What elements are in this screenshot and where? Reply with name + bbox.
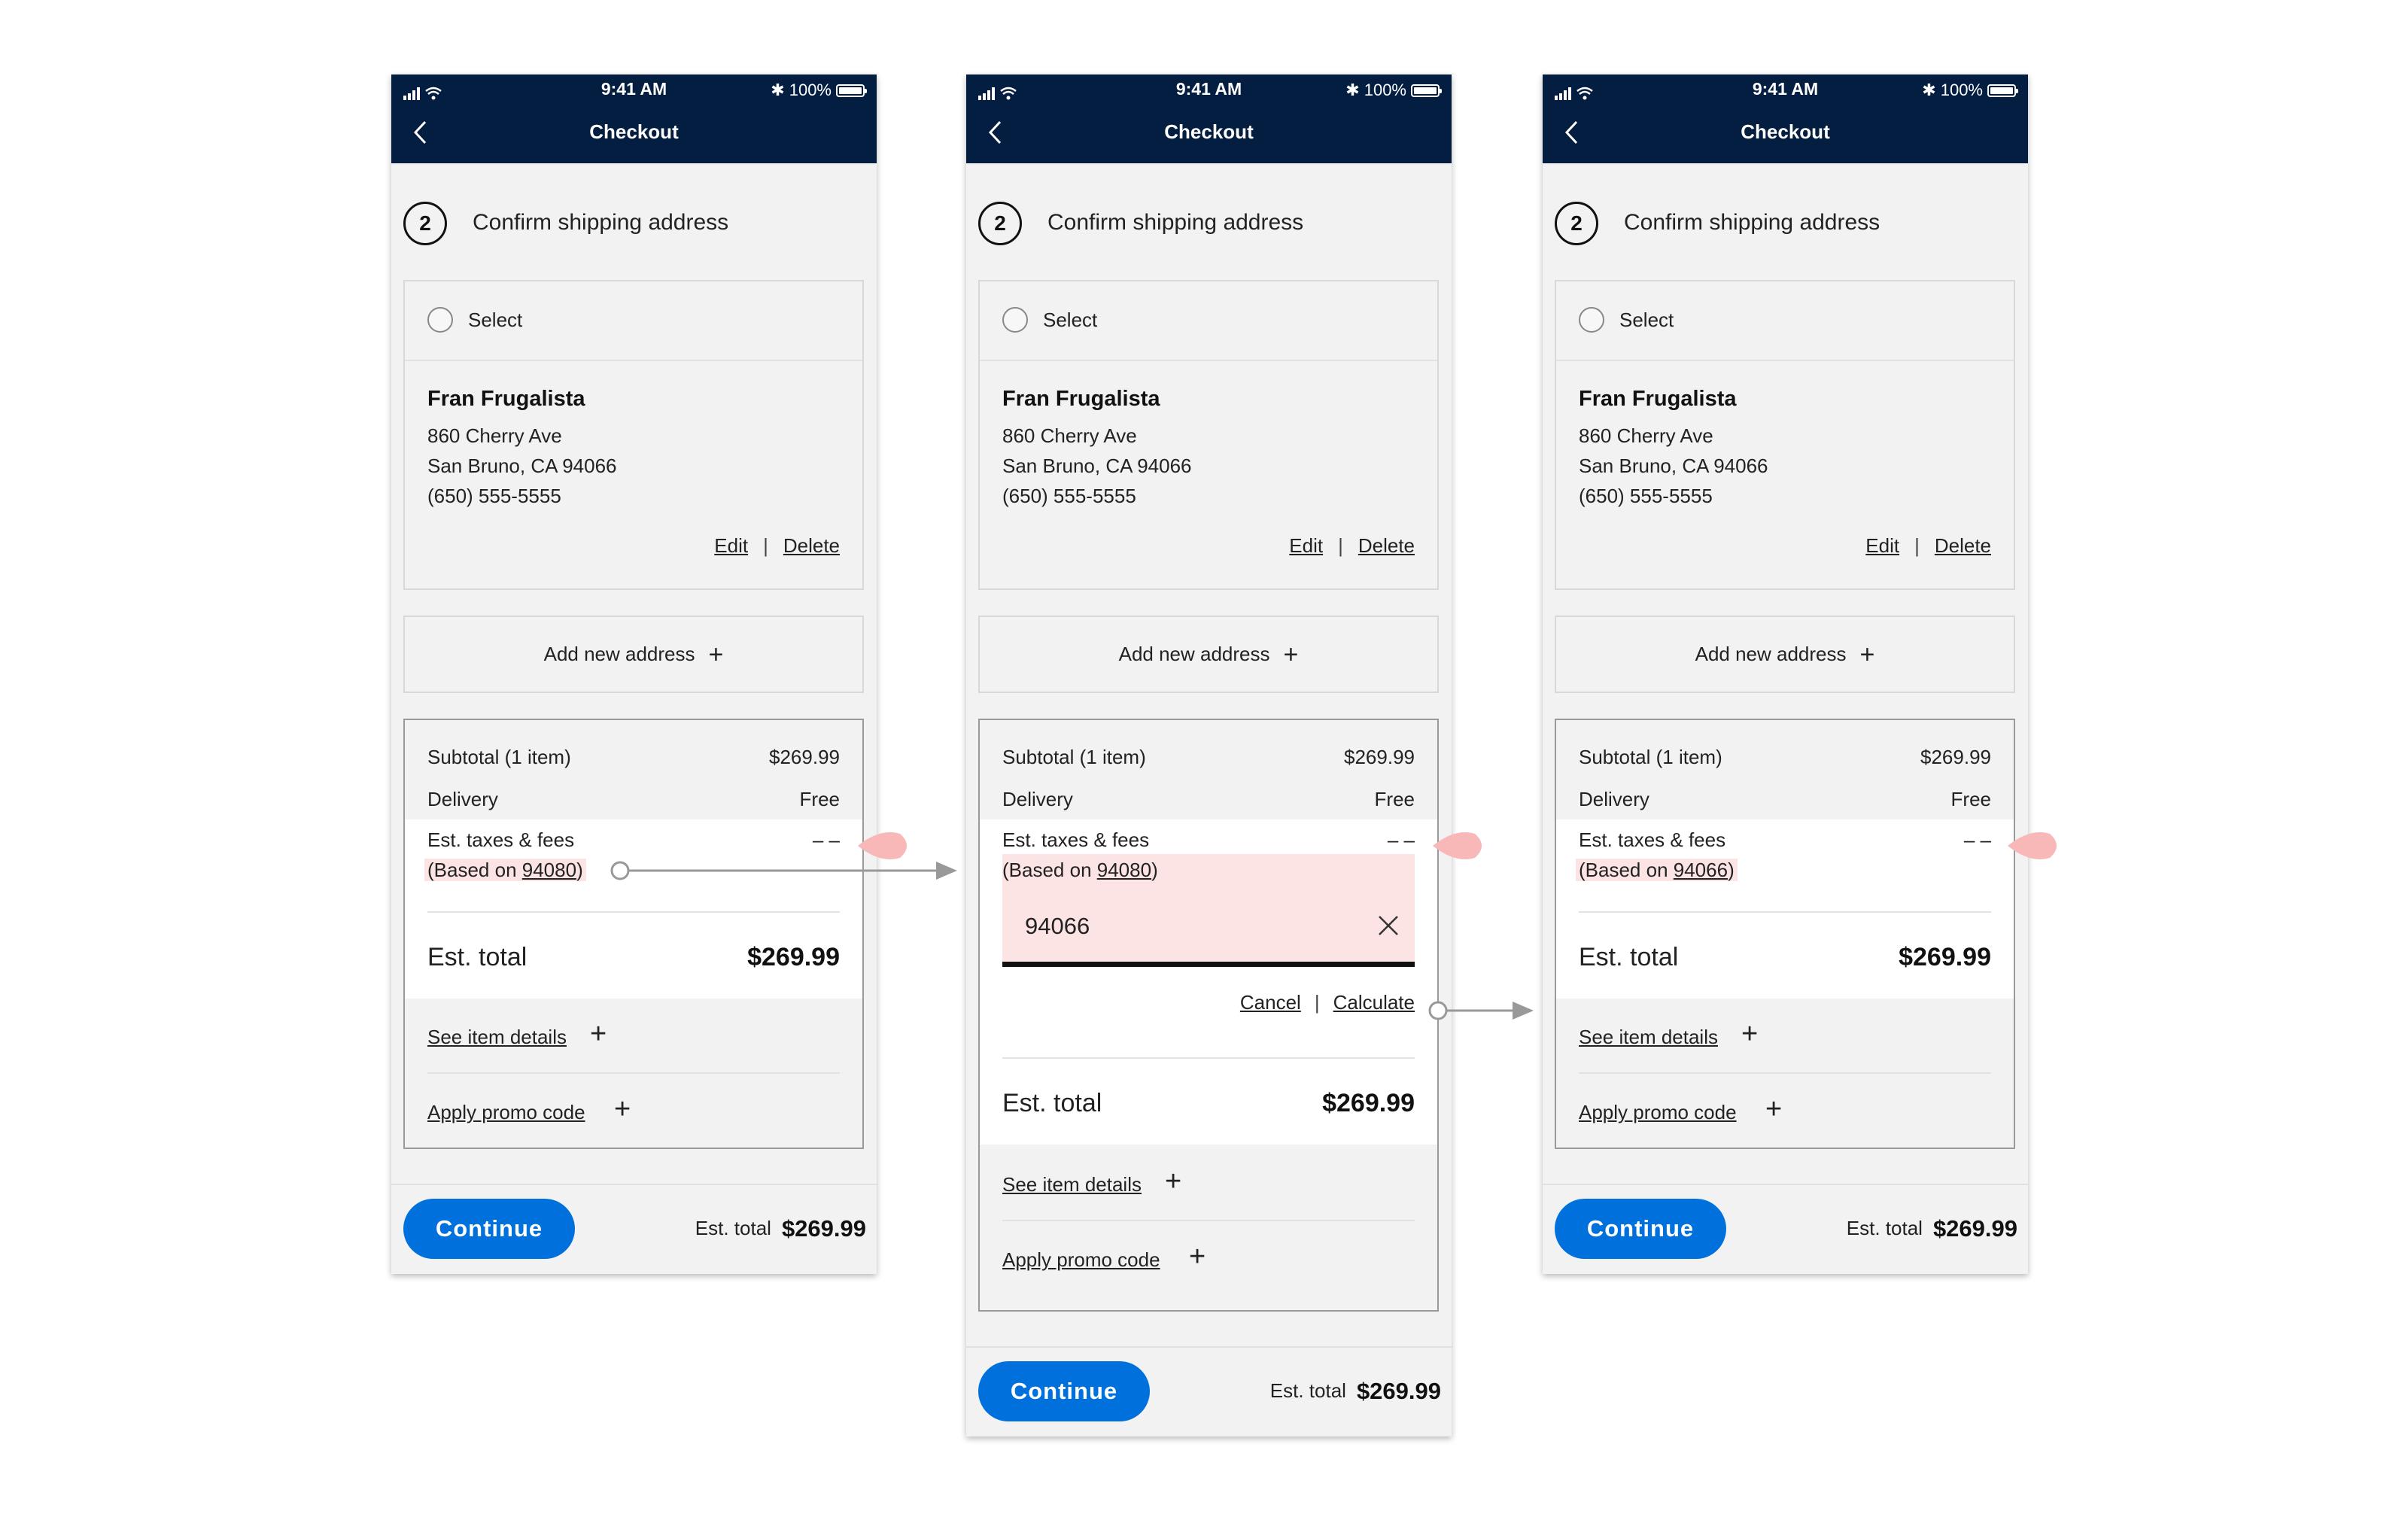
arrow-head-icon (1513, 1002, 1534, 1020)
arrow-head-icon (936, 862, 957, 880)
connector-start-icon (610, 861, 630, 880)
marker-drop-icon (858, 832, 907, 859)
marker-drop-icon (2008, 832, 2057, 859)
marker-drop-icon (1433, 832, 1482, 859)
flow-annotations (610, 832, 2057, 1020)
connector-start-icon (1428, 1001, 1448, 1020)
